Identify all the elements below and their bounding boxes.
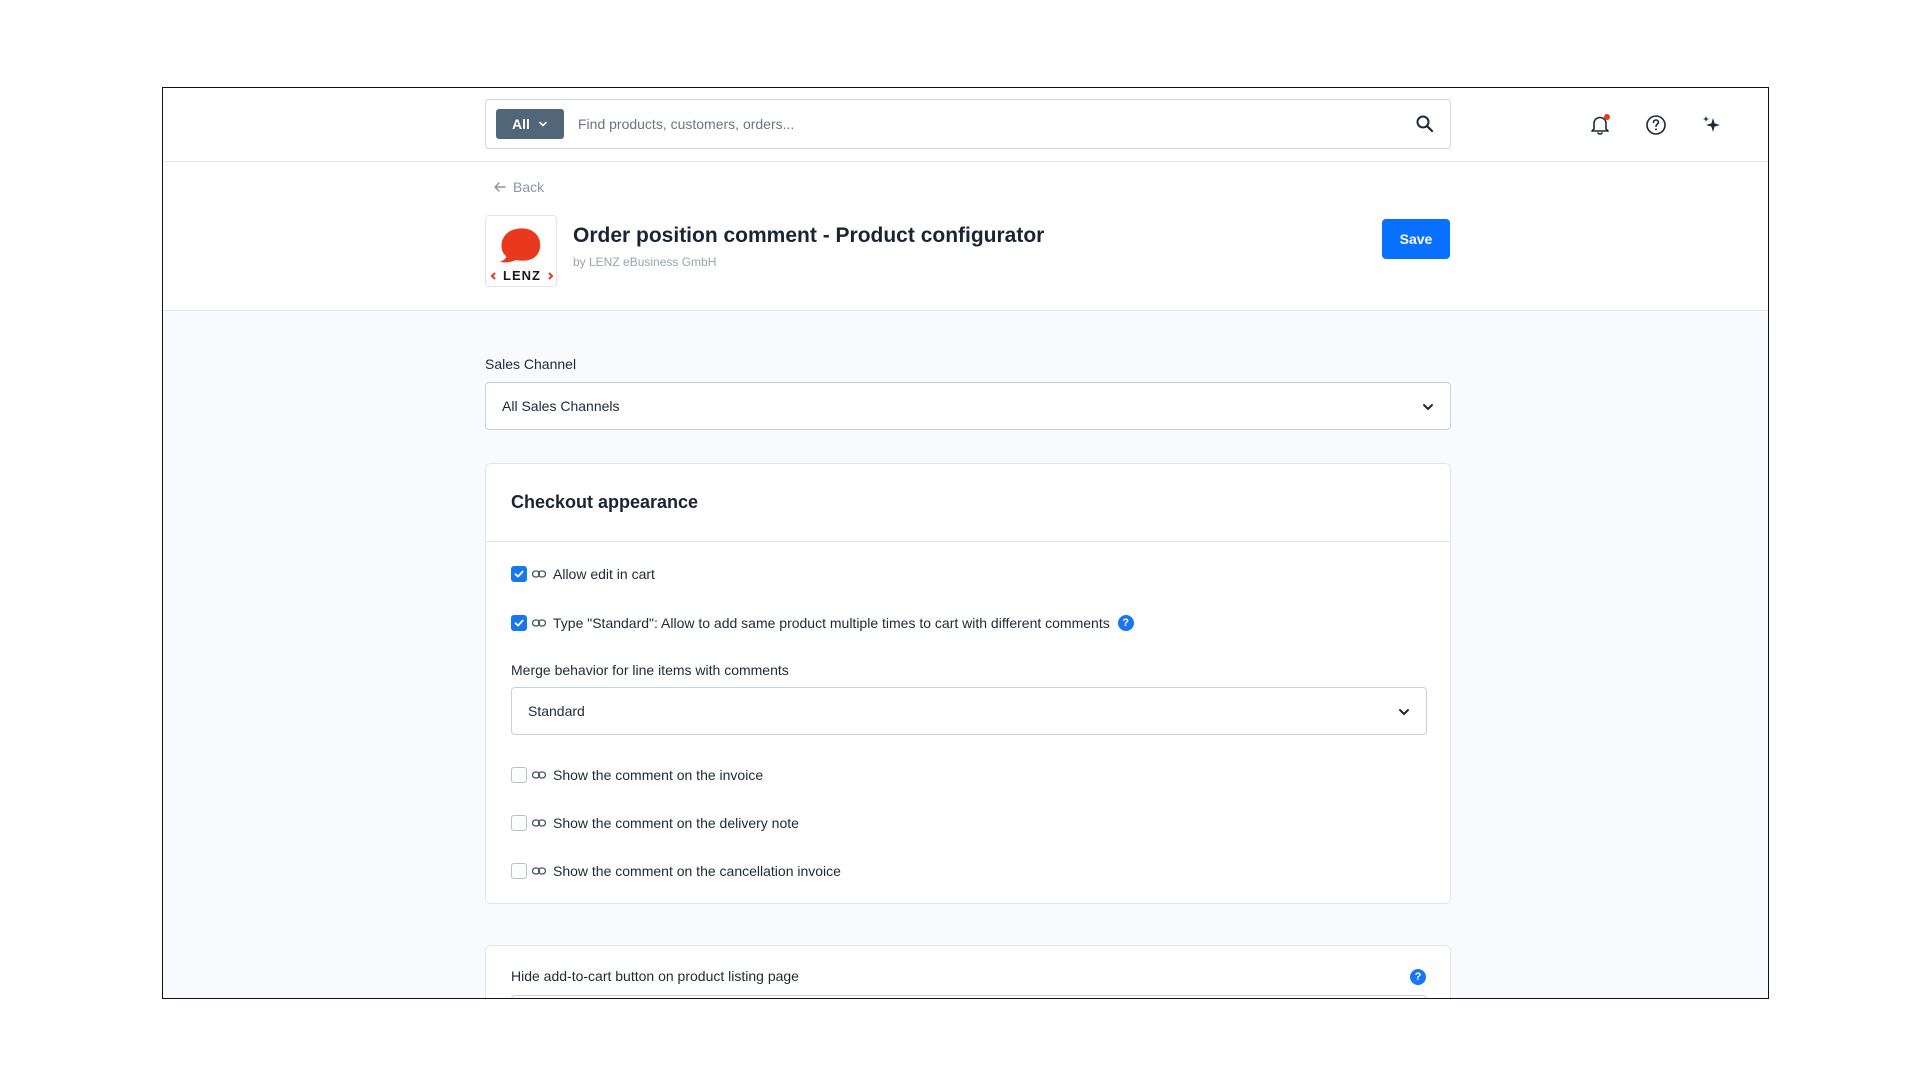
option-type-standard-multiple: Type "Standard": Allow to add same produ…	[511, 612, 1134, 634]
arrow-left-icon	[494, 182, 506, 192]
back-label: Back	[513, 179, 545, 195]
app-author: by LENZ eBusiness GmbH	[573, 255, 717, 269]
checkbox-allow-edit-in-cart[interactable]	[511, 566, 527, 582]
option-label: Type "Standard": Allow to add same produ…	[553, 615, 1110, 631]
chevron-down-icon	[1399, 709, 1409, 715]
checkmark-icon	[514, 570, 524, 578]
search-input[interactable]	[578, 100, 1398, 148]
hide-add-to-cart-select[interactable]	[511, 995, 1427, 998]
link-icon[interactable]	[531, 767, 547, 783]
help-icon[interactable]: ?	[1117, 615, 1134, 631]
search-icon[interactable]	[1414, 113, 1436, 135]
checkbox-show-on-invoice[interactable]	[511, 767, 527, 783]
option-label: Show the comment on the invoice	[553, 767, 764, 783]
bell-icon[interactable]	[1587, 112, 1613, 138]
sparkles-icon[interactable]	[1699, 112, 1725, 138]
app-logo: LENZ	[485, 215, 557, 287]
checkmark-icon	[514, 619, 524, 627]
logo-text: LENZ	[503, 268, 541, 283]
hide-add-to-cart-label: Hide add-to-cart button on product listi…	[511, 968, 799, 984]
sales-channel-label: Sales Channel	[485, 356, 577, 372]
listing-settings-card: Hide add-to-cart button on product listi…	[485, 945, 1451, 998]
top-bar: All	[163, 88, 1768, 162]
search-type-label: All	[512, 116, 530, 132]
notification-dot	[1604, 114, 1610, 120]
merge-behavior-label: Merge behavior for line items with comme…	[511, 662, 789, 678]
question-circle-icon[interactable]	[1643, 112, 1669, 138]
global-search: All	[485, 99, 1451, 149]
option-show-on-cancellation-invoice: Show the comment on the cancellation inv…	[511, 860, 841, 882]
link-icon[interactable]	[531, 615, 547, 631]
option-allow-edit-in-cart: Allow edit in cart	[511, 563, 655, 585]
page-header: Back LENZ Order position comment - Produ…	[163, 162, 1768, 311]
link-icon[interactable]	[531, 566, 547, 582]
merge-behavior-value: Standard	[528, 703, 585, 719]
merge-behavior-select[interactable]: Standard	[511, 687, 1427, 735]
option-label: Allow edit in cart	[553, 566, 655, 582]
link-icon[interactable]	[531, 863, 547, 879]
sales-channel-select[interactable]: All Sales Channels	[485, 382, 1451, 430]
option-label: Show the comment on the cancellation inv…	[553, 863, 841, 879]
option-label: Show the comment on the delivery note	[553, 815, 799, 831]
save-button[interactable]: Save	[1382, 219, 1450, 259]
app-window: All Find products, customers, orders... …	[162, 87, 1769, 999]
help-icon[interactable]: ?	[1410, 969, 1426, 985]
checkbox-show-on-delivery-note[interactable]	[511, 815, 527, 831]
page-title: Order position comment - Product configu…	[573, 224, 1045, 247]
chevron-down-icon	[539, 121, 547, 127]
lenz-logo-icon: LENZ	[490, 228, 554, 283]
card-title: Checkout appearance	[511, 492, 699, 512]
search-type-dropdown[interactable]: All	[496, 109, 564, 139]
link-icon[interactable]	[531, 815, 547, 831]
sales-channel-value: All Sales Channels	[502, 398, 620, 414]
checkbox-show-on-cancellation-invoice[interactable]	[511, 863, 527, 879]
divider	[486, 541, 1450, 542]
checkout-appearance-card: Checkout appearance Allow edit in cart T…	[485, 463, 1451, 904]
option-show-on-invoice: Show the comment on the invoice	[511, 764, 763, 786]
back-link[interactable]: Back	[493, 179, 544, 195]
checkbox-type-standard-multiple[interactable]	[511, 615, 527, 631]
settings-content: Sales Channel All Sales Channels Checkou…	[163, 311, 1768, 998]
option-show-on-delivery-note: Show the comment on the delivery note	[511, 812, 799, 834]
chevron-down-icon	[1423, 404, 1433, 410]
